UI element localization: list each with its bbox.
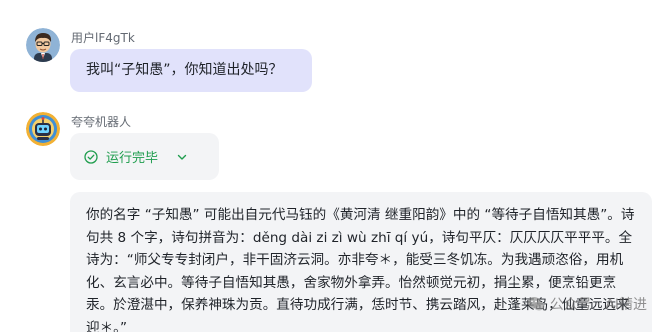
user-name: 用户lF4gTk [71, 31, 135, 45]
user-avatar[interactable] [26, 28, 60, 62]
robot-avatar-icon [26, 112, 60, 146]
watermark-text: 公众号 · AI精进 [549, 297, 647, 313]
bot-avatar[interactable] [26, 112, 60, 146]
wechat-icon [527, 296, 545, 312]
user-avatar-icon [26, 28, 60, 62]
run-status-label: 运行完毕 [106, 151, 159, 166]
user-message-bubble: 我叫“子知愚”，你知道出处吗？ [70, 49, 312, 92]
chevron-down-icon[interactable] [176, 151, 188, 163]
chat-view: 用户lF4gTk 我叫“子知愚”，你知道出处吗？ 夸夸机器人 运行完毕 你的名字… [0, 0, 671, 332]
run-status-card[interactable]: 运行完毕 [70, 133, 219, 180]
bot-name: 夸夸机器人 [71, 115, 132, 129]
check-circle-icon [84, 149, 98, 164]
watermark: 公众号 · AI精进 [527, 294, 647, 314]
